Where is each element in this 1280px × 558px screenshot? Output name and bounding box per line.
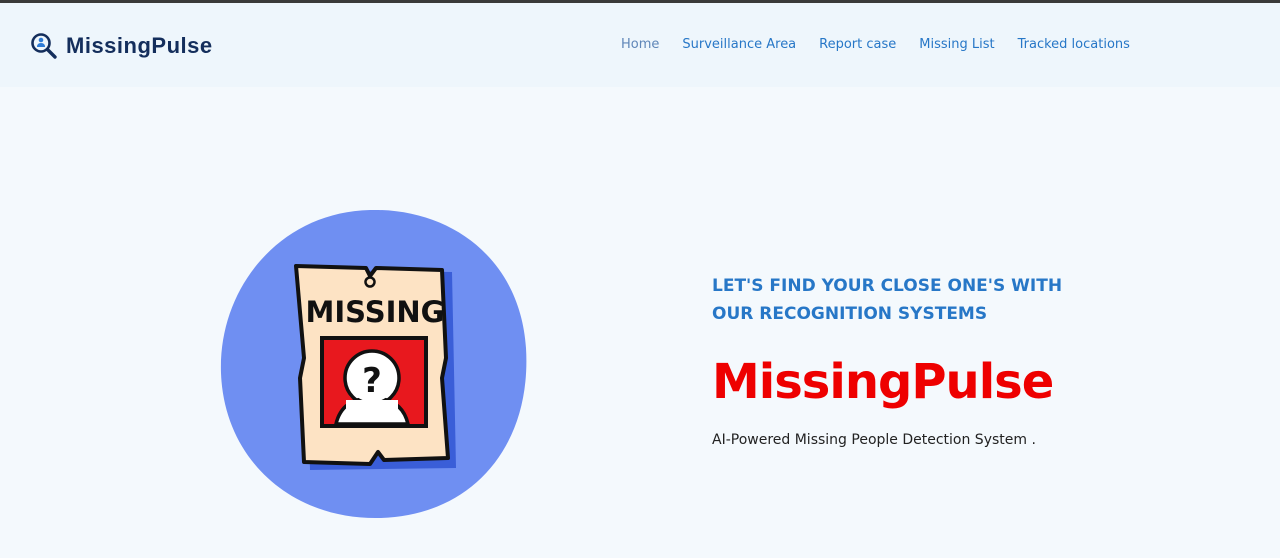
magnifier-person-icon [31,33,57,59]
brand-logo-link[interactable]: MissingPulse [30,31,213,61]
hero-section: LET'S FIND YOUR CLOSE ONE'S WITH OUR REC… [712,272,1252,448]
nav-surveillance-area[interactable]: Surveillance Area [682,37,796,52]
navbar: MissingPulse Home Surveillance Area Repo… [0,3,1280,87]
hero-tagline: LET'S FIND YOUR CLOSE ONE'S WITH OUR REC… [712,276,1063,324]
poster-missing-text: MISSING [306,295,445,329]
main-nav: Home Surveillance Area Report case Missi… [621,37,1153,52]
hero-subtitle: AI-Powered Missing People Detection Syst… [712,432,1036,448]
nav-missing-list[interactable]: Missing List [919,37,994,52]
nav-home[interactable]: Home [621,37,659,52]
missing-poster-illustration: MISSING ? [220,208,530,520]
hero-title: MissingPulse [712,354,1054,410]
brand-name: MissingPulse [66,33,213,58]
poster-question-mark: ? [362,361,382,401]
nav-report-case[interactable]: Report case [819,37,896,52]
nav-tracked-locations[interactable]: Tracked locations [1018,37,1130,52]
